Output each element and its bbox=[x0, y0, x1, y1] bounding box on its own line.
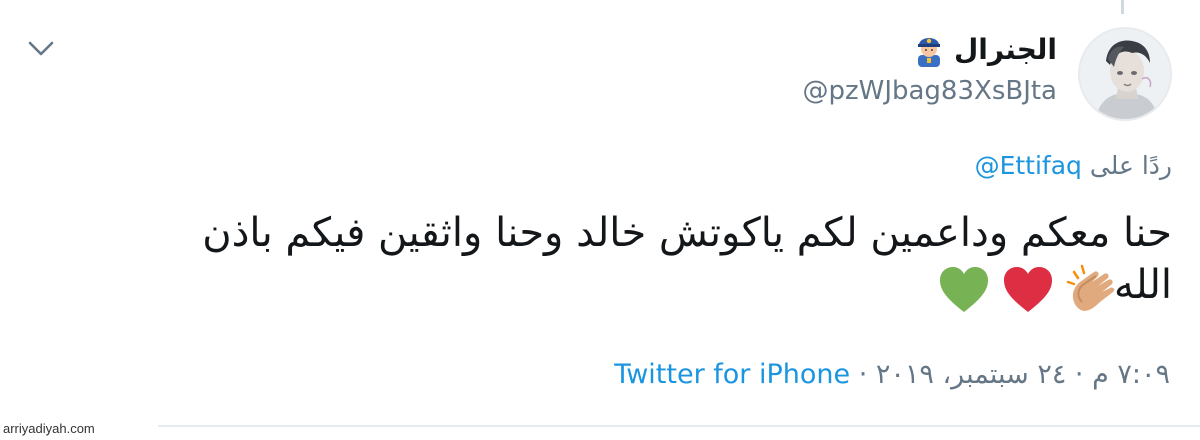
divider bbox=[158, 425, 1200, 427]
clapping-hands-icon bbox=[1064, 262, 1120, 318]
tweet-card: الجنرال @pzWJbag83XsBJta ردًا على @Ettif… bbox=[0, 0, 1200, 440]
site-watermark: arriyadiyah.com bbox=[3, 421, 95, 436]
avatar[interactable] bbox=[1078, 27, 1172, 121]
author-handle[interactable]: @pzWJbag83XsBJta bbox=[802, 76, 1057, 106]
reply-to-link[interactable]: @Ettifaq bbox=[975, 151, 1082, 180]
reply-prefix: ردًا على bbox=[1089, 151, 1172, 180]
tweet-author[interactable]: الجنرال @pzWJbag83XsBJta bbox=[802, 32, 1057, 106]
green-heart-icon bbox=[936, 262, 992, 318]
tweet-source-link[interactable]: Twitter for iPhone bbox=[614, 359, 850, 390]
tweet-emojis bbox=[936, 262, 1120, 318]
thread-connector-line bbox=[1121, 0, 1124, 14]
author-name-row: الجنرال bbox=[802, 32, 1057, 68]
tweet-meta: ٧:٠٩ م · ٢٤ سبتمبر، ٢٠١٩ · Twitter for i… bbox=[614, 357, 1170, 393]
author-display-name[interactable]: الجنرال bbox=[954, 32, 1057, 68]
police-officer-emoji-icon bbox=[912, 33, 946, 67]
chevron-down-icon[interactable] bbox=[26, 36, 56, 62]
red-heart-icon bbox=[1000, 262, 1056, 318]
meta-separator: · bbox=[850, 359, 876, 390]
tweet-timestamp[interactable]: ٧:٠٩ م · ٢٤ سبتمبر، ٢٠١٩ bbox=[876, 359, 1170, 390]
tweet-text-line-1: حنا معكم وداعمين لكم ياكوتش خالد وحنا وا… bbox=[202, 210, 1172, 256]
reply-context: ردًا على @Ettifaq bbox=[975, 150, 1172, 182]
